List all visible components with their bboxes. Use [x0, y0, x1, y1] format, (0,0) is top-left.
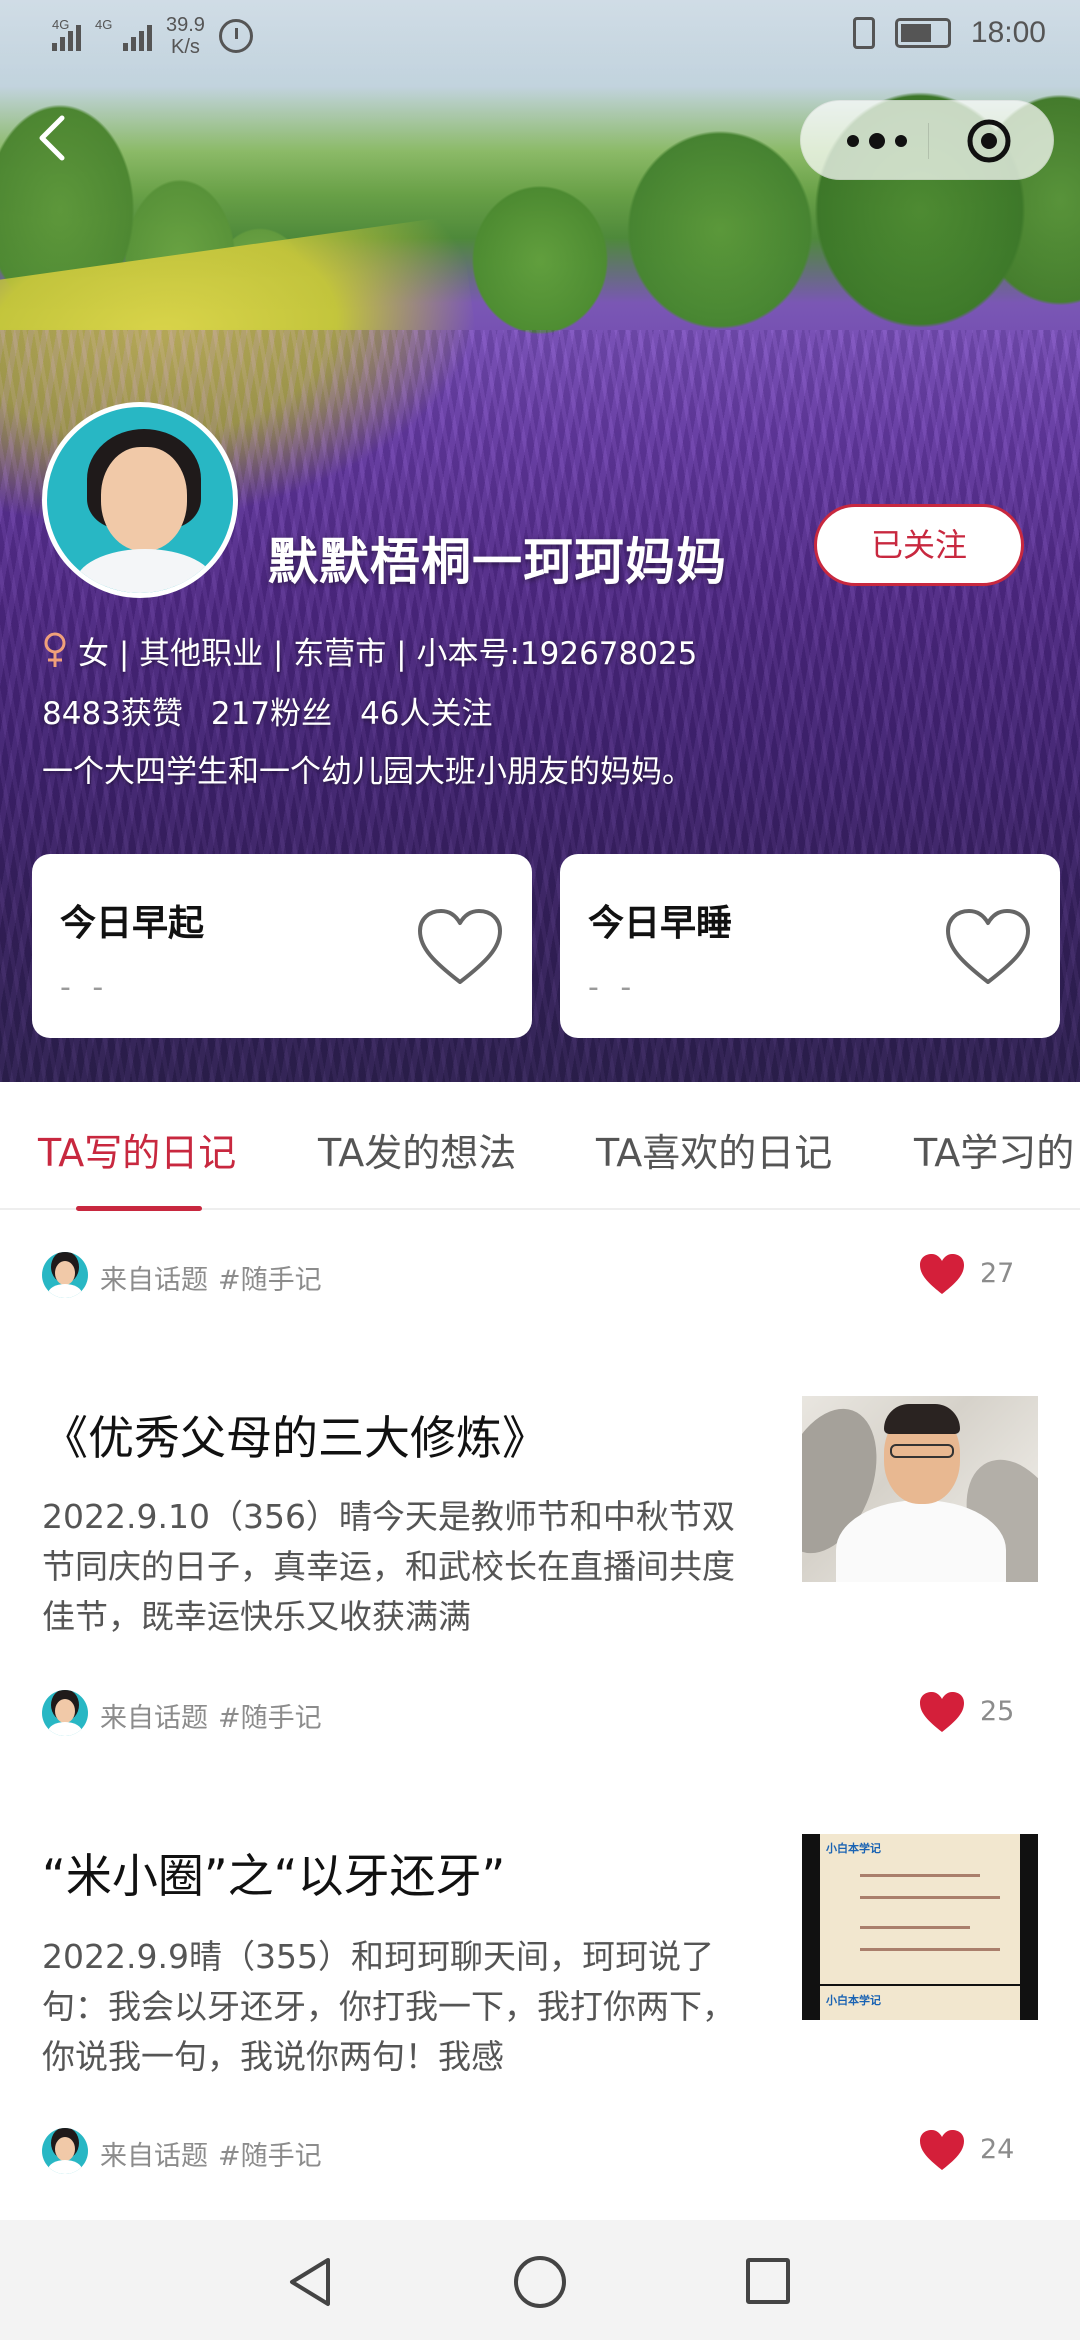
topic-tag[interactable]: #随手记 [218, 1696, 322, 1735]
mini-program-capsule [800, 100, 1054, 180]
tab-learned[interactable]: TA学习的 [914, 1122, 1074, 1177]
tab-thoughts[interactable]: TA发的想法 [318, 1122, 516, 1177]
profile-stats: 8483获赞 217粉丝 46人关注 [42, 688, 493, 733]
network-label: 4G [52, 17, 70, 32]
card-value: - - [588, 970, 638, 1005]
nav-recent-icon[interactable] [746, 2258, 790, 2304]
post-footer: 来自话题 #随手记 25 [42, 1688, 1042, 1738]
author-avatar[interactable] [42, 2128, 88, 2174]
thumbnail-label: 小白本学记 [826, 1994, 881, 2007]
speed-unit: K/s [171, 36, 200, 58]
post-thumbnail[interactable] [802, 1396, 1038, 1582]
early-rise-card[interactable]: 今日早起 - - [32, 854, 532, 1038]
early-sleep-card[interactable]: 今日早睡 - - [560, 854, 1060, 1038]
profile-bio: 一个大四学生和一个幼儿园大班小朋友的妈妈。 [42, 754, 693, 790]
source-label: 来自话题 [100, 1265, 208, 1296]
tab-liked-diaries[interactable]: TA喜欢的日记 [596, 1122, 832, 1177]
speed-value: 39.9 [166, 14, 205, 36]
profile-meta-text: 女 | 其他职业 | 东营市 | 小本号:192678025 [78, 636, 698, 672]
like-count: 24 [980, 2134, 1015, 2165]
female-icon [44, 632, 66, 667]
thumbnail-label: 小白本学记 [826, 1842, 881, 1855]
heart-icon[interactable] [918, 1252, 966, 1296]
network-speed: 39.9 K/s [166, 14, 205, 58]
post-footer: 来自话题 #随手记 27 [42, 1250, 1042, 1300]
tab-diaries[interactable]: TA写的日记 [38, 1122, 236, 1177]
content-tabs: TA写的日记 TA发的想法 TA喜欢的日记 TA学习的 [0, 1082, 1080, 1210]
back-icon[interactable] [34, 112, 70, 164]
signal-icon: 4G [95, 17, 152, 51]
following-stat[interactable]: 46人关注 [360, 688, 492, 733]
signal-icon: 4G [52, 17, 81, 51]
status-bar: 4G 4G 39.9 K/s 18:00 [0, 0, 1080, 76]
topic-tag[interactable]: #随手记 [218, 1258, 322, 1297]
post-title[interactable]: “米小圈”之“以牙还牙” [42, 1840, 505, 1906]
capsule-divider [928, 123, 929, 159]
card-title: 今日早睡 [588, 903, 733, 944]
heart-outline-icon[interactable] [414, 906, 506, 988]
post-thumbnail[interactable]: 小白本学记 小白本学记 [802, 1834, 1038, 2020]
nav-back-icon[interactable] [286, 2256, 334, 2308]
alarm-icon [218, 19, 253, 53]
clock: 18:00 [970, 16, 1046, 49]
system-navigation-bar [0, 2220, 1080, 2340]
author-avatar[interactable] [42, 1252, 88, 1298]
nav-home-icon[interactable] [514, 2256, 566, 2308]
source-label: 来自话题 [100, 1703, 208, 1734]
target-icon[interactable] [965, 117, 1013, 165]
avatar[interactable] [42, 402, 238, 598]
like-count: 27 [980, 1258, 1015, 1289]
heart-icon[interactable] [918, 1690, 966, 1734]
network-label: 4G [95, 17, 113, 32]
vibrate-icon [852, 17, 875, 49]
profile-meta: 女 | 其他职业 | 东营市 | 小本号:192678025 [42, 628, 697, 673]
battery-icon [894, 18, 951, 48]
likes-stat[interactable]: 8483获赞 [42, 688, 183, 733]
more-icon[interactable] [837, 127, 917, 155]
post-excerpt[interactable]: 2022.9.10（356）晴今天是教师节和中秋节双节同庆的日子，真幸运，和武校… [42, 1492, 762, 1642]
heart-icon[interactable] [918, 2128, 966, 2172]
post-title[interactable]: 《优秀父母的三大修炼》 [42, 1402, 548, 1468]
source-label: 来自话题 [100, 2141, 208, 2172]
profile-header: 4G 4G 39.9 K/s 18:00 默默梧桐一珂珂妈妈 已关注 女 | 其… [0, 0, 1080, 1082]
fans-stat[interactable]: 217粉丝 [211, 688, 332, 733]
post-footer: 来自话题 #随手记 24 [42, 2126, 1042, 2176]
heart-outline-icon[interactable] [942, 906, 1034, 988]
post-excerpt[interactable]: 2022.9.9晴（355）和珂珂聊天间，珂珂说了句：我会以牙还牙，你打我一下，… [42, 1932, 762, 2082]
author-avatar[interactable] [42, 1690, 88, 1736]
card-value: - - [60, 970, 110, 1005]
like-count: 25 [980, 1696, 1015, 1727]
card-title: 今日早起 [60, 903, 205, 944]
topic-tag[interactable]: #随手记 [218, 2134, 322, 2173]
nickname: 默默梧桐一珂珂妈妈 [268, 533, 727, 591]
follow-button[interactable]: 已关注 [814, 504, 1024, 586]
tab-indicator [76, 1206, 202, 1211]
